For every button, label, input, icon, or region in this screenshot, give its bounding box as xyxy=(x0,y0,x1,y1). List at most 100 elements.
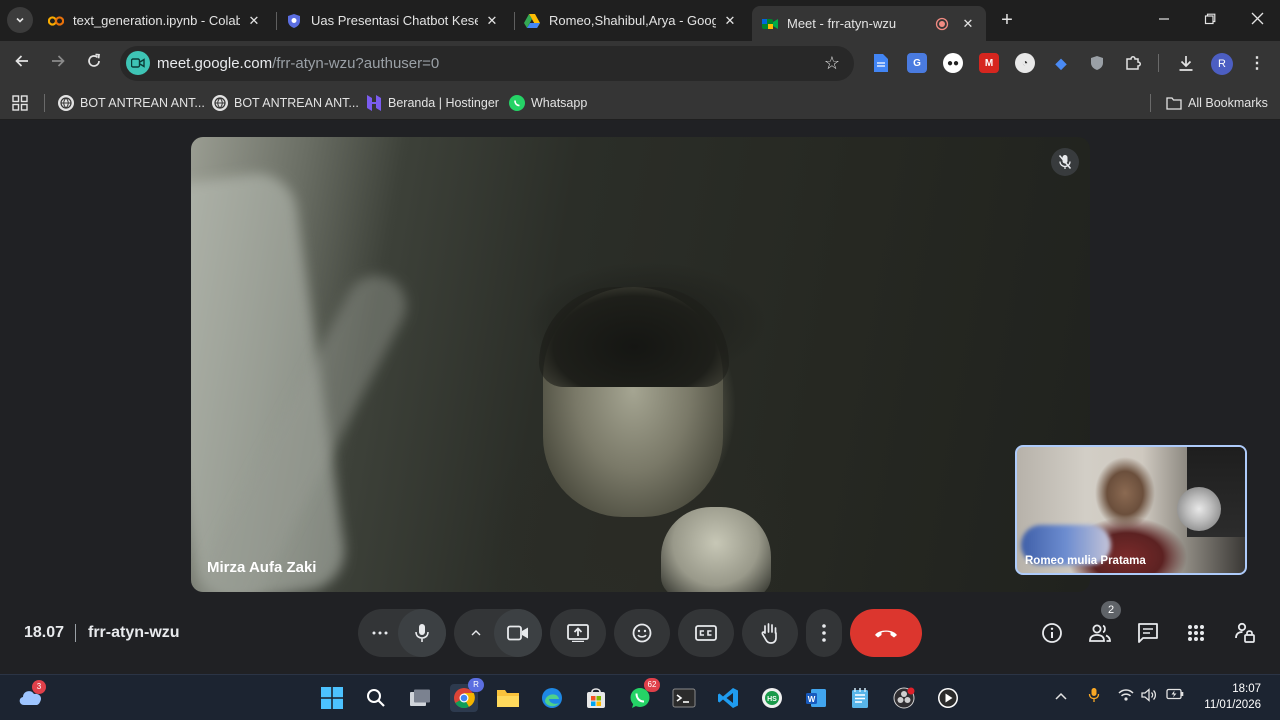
battery-button[interactable] xyxy=(1166,688,1184,703)
speed-extension-icon[interactable]: ◔ xyxy=(1015,53,1035,73)
browser-menu-icon[interactable]: ⋮ xyxy=(1247,53,1267,73)
shield-extension-icon[interactable] xyxy=(1087,53,1107,73)
taskbar-search-button[interactable] xyxy=(362,684,390,712)
windows-logo-icon xyxy=(321,687,343,709)
close-icon[interactable]: ✕ xyxy=(246,13,262,29)
address-bar[interactable]: meet.google.com/frr-atyn-wzu?authuser=0 … xyxy=(120,46,854,81)
restore-icon xyxy=(1204,13,1216,25)
main-participant-name: Mirza Aufa Zaki xyxy=(207,559,317,576)
taskbar-word[interactable]: W xyxy=(802,684,830,712)
chrome-profile-badge: R xyxy=(468,678,484,692)
mendeley-extension-icon[interactable]: M xyxy=(979,53,999,73)
apps-button[interactable] xyxy=(12,93,28,113)
bookmark-item[interactable]: Whatsapp xyxy=(509,93,587,113)
participant-hair xyxy=(539,287,729,387)
tab-meet[interactable]: Meet - frr-atyn-wzu ✕ xyxy=(752,6,986,41)
tab-title: text_generation.ipynb - Colab xyxy=(73,13,240,28)
self-view-tile[interactable]: Romeo mulia Pratama xyxy=(1015,445,1247,575)
raise-hand-button[interactable] xyxy=(742,609,798,657)
taskbar-media-player[interactable] xyxy=(934,684,962,712)
bookmark-label: BOT ANTREAN ANT... xyxy=(80,96,205,110)
more-options-button[interactable] xyxy=(806,609,842,657)
restore-button[interactable] xyxy=(1198,9,1222,31)
gamepad-extension-icon[interactable]: ●● xyxy=(943,53,963,73)
chevron-up-icon xyxy=(471,630,481,636)
camera-button[interactable] xyxy=(494,609,542,657)
taskbar-whatsapp[interactable]: 62 xyxy=(626,678,660,712)
tab-google-drive[interactable]: Romeo,Shahibul,Arya - Google ✕ xyxy=(514,6,748,35)
chat-button[interactable] xyxy=(1136,621,1160,645)
google-drive-icon xyxy=(524,13,540,29)
show-hidden-icons-button[interactable] xyxy=(1055,689,1067,703)
close-icon[interactable]: ✕ xyxy=(484,13,500,29)
profile-avatar[interactable]: R xyxy=(1211,53,1233,75)
host-controls-lock-icon xyxy=(1235,622,1255,643)
all-bookmarks-button[interactable]: All Bookmarks xyxy=(1166,93,1268,113)
bookmark-item[interactable]: BOT ANTREAN ANT... xyxy=(58,93,205,113)
meeting-details-button[interactable] xyxy=(1040,621,1064,645)
puzzle-extensions-icon[interactable] xyxy=(1123,53,1143,73)
microphone-button[interactable] xyxy=(398,609,446,657)
activities-button[interactable] xyxy=(1184,621,1208,645)
taskbar-file-explorer[interactable] xyxy=(494,684,522,712)
vscode-icon xyxy=(718,688,738,708)
muted-indicator xyxy=(1051,148,1079,176)
microphone-icon xyxy=(415,624,429,642)
taskbar-notepad[interactable] xyxy=(846,684,874,712)
captions-button[interactable] xyxy=(678,609,734,657)
video-options-button[interactable] xyxy=(454,609,498,657)
time-divider xyxy=(75,624,76,642)
taskbar-obs[interactable] xyxy=(890,684,918,712)
close-window-button[interactable] xyxy=(1245,9,1269,31)
reload-button[interactable] xyxy=(82,52,106,76)
start-button[interactable] xyxy=(318,684,346,712)
host-controls-button[interactable] xyxy=(1233,621,1257,645)
self-participant-name: Romeo mulia Pratama xyxy=(1025,555,1146,567)
new-tab-button[interactable]: + xyxy=(996,9,1018,31)
microphone-in-use-indicator[interactable] xyxy=(1088,687,1100,706)
taskbar-store[interactable] xyxy=(582,684,610,712)
main-participant-video[interactable]: Mirza Aufa Zaki xyxy=(191,137,1090,592)
download-icon[interactable] xyxy=(1176,53,1196,73)
url-host: meet.google.com xyxy=(157,55,273,72)
task-view-button[interactable] xyxy=(406,684,434,712)
more-vertical-icon xyxy=(822,624,826,642)
back-button[interactable] xyxy=(10,52,34,76)
tab-colab[interactable]: text_generation.ipynb - Colab ✕ xyxy=(38,6,272,35)
taskbar-terminal[interactable] xyxy=(670,684,698,712)
minimize-button[interactable] xyxy=(1152,9,1176,31)
tab-presentation[interactable]: Uas Presentasi Chatbot Kesehat ✕ xyxy=(276,6,510,35)
tab-search-button[interactable] xyxy=(7,7,33,33)
video-camera-icon xyxy=(507,625,528,641)
system-clock[interactable]: 18:07 11/01/2026 xyxy=(1204,681,1261,713)
volume-button[interactable] xyxy=(1141,688,1157,705)
docs-extension-icon[interactable] xyxy=(871,53,891,73)
translate-extension-icon[interactable]: G xyxy=(907,53,927,73)
taskbar-edge[interactable] xyxy=(538,684,566,712)
bookmarks-bar: BOT ANTREAN ANT... BOT ANTREAN ANT... Be… xyxy=(0,86,1280,120)
taskbar-chrome[interactable]: R xyxy=(450,678,484,712)
site-info-icon[interactable] xyxy=(126,51,150,75)
bookmark-item[interactable]: BOT ANTREAN ANT... xyxy=(212,93,359,113)
network-button[interactable] xyxy=(1118,688,1134,705)
reactions-button[interactable] xyxy=(614,609,670,657)
taskbar-hs-app[interactable]: HS xyxy=(758,684,786,712)
url-text[interactable]: meet.google.com/frr-atyn-wzu?authuser=0 xyxy=(157,55,439,72)
bookmark-star-icon[interactable]: ☆ xyxy=(824,53,840,74)
leave-call-button[interactable] xyxy=(850,609,922,657)
bookmark-divider xyxy=(1150,94,1151,112)
chat-icon xyxy=(1138,623,1158,643)
present-screen-icon xyxy=(567,624,589,642)
close-icon[interactable]: ✕ xyxy=(960,16,976,32)
tab-strip: text_generation.ipynb - Colab ✕ Uas Pres… xyxy=(0,0,1280,41)
audio-options-button[interactable] xyxy=(358,609,402,657)
bookmark-item[interactable]: Beranda | Hostinger xyxy=(366,93,499,113)
taskbar-vscode[interactable] xyxy=(714,684,742,712)
tag-extension-icon[interactable]: ◆ xyxy=(1051,53,1071,73)
close-icon[interactable]: ✕ xyxy=(722,13,738,29)
present-screen-button[interactable] xyxy=(550,609,606,657)
people-button[interactable] xyxy=(1088,621,1112,645)
people-icon xyxy=(1089,624,1111,642)
bookmark-label: Beranda | Hostinger xyxy=(388,96,499,110)
forward-button[interactable] xyxy=(46,52,70,76)
